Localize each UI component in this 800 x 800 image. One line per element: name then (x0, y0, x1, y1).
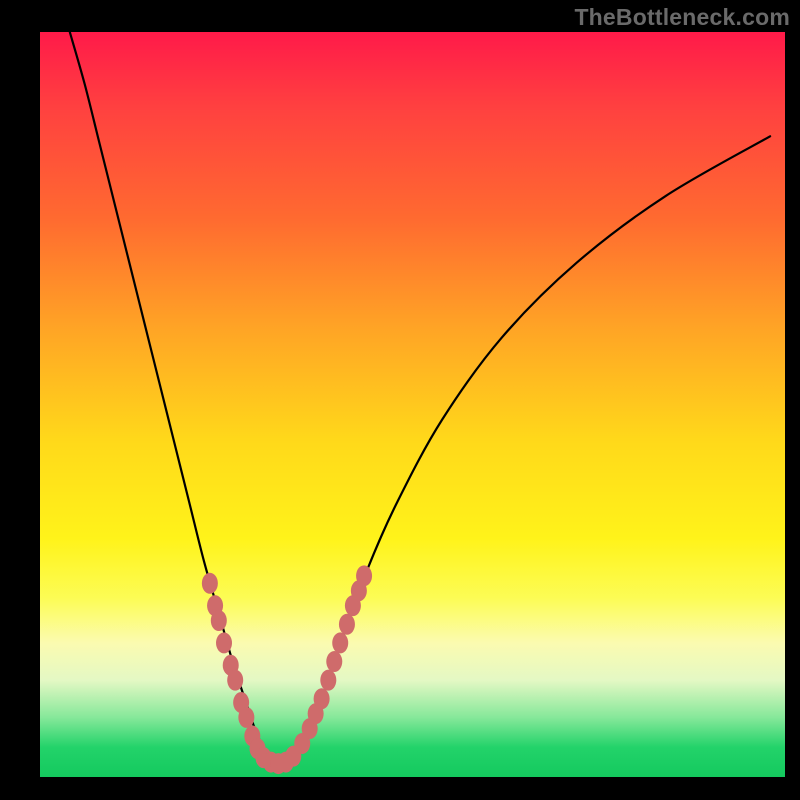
marker-dot (202, 573, 218, 594)
marker-dot (320, 670, 336, 691)
highlight-markers (202, 565, 372, 774)
marker-dot (339, 614, 355, 635)
marker-dot (332, 632, 348, 653)
marker-dot (326, 651, 342, 672)
marker-dot (356, 565, 372, 586)
chart-svg (40, 32, 785, 777)
plot-area (40, 32, 785, 777)
bottleneck-curve (70, 32, 770, 763)
marker-dot (211, 610, 227, 631)
marker-dot (216, 632, 232, 653)
chart-stage: TheBottleneck.com (0, 0, 800, 800)
watermark-text: TheBottleneck.com (574, 4, 790, 31)
marker-dot (314, 688, 330, 709)
marker-dot (227, 670, 243, 691)
marker-dot (238, 707, 254, 728)
